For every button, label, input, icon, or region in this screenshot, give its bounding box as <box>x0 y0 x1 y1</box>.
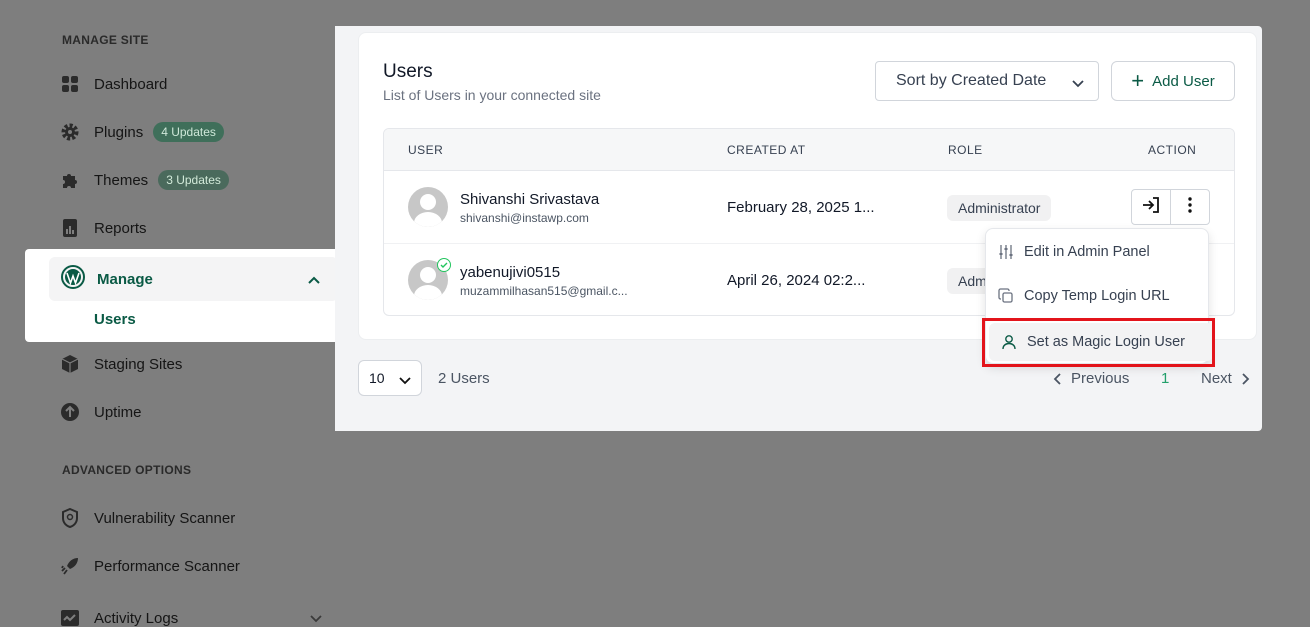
menu-item-label: Set as Magic Login User <box>1027 334 1185 350</box>
chevron-up-icon[interactable] <box>308 271 320 289</box>
chevron-down-icon[interactable] <box>310 610 322 627</box>
previous-page-button[interactable]: Previous <box>1053 370 1129 387</box>
activity-icon <box>60 608 80 627</box>
sidebar-item-staging-sites[interactable]: Staging Sites <box>60 352 182 376</box>
created-at: February 28, 2025 1... <box>727 199 875 216</box>
menu-item-label: Copy Temp Login URL <box>1024 288 1170 304</box>
sliders-icon <box>999 245 1013 259</box>
page-number[interactable]: 1 <box>1161 370 1169 387</box>
chevron-down-icon <box>1072 75 1084 93</box>
updates-badge: 3 Updates <box>158 170 229 190</box>
sidebar-item-plugins[interactable]: Plugins 4 Updates <box>60 120 224 144</box>
column-header-created-at: CREATED AT <box>727 143 806 157</box>
user-name: Shivanshi Srivastava <box>460 191 600 208</box>
dashboard-icon <box>60 74 80 94</box>
wordpress-icon <box>61 264 85 294</box>
column-header-action: ACTION <box>1148 143 1197 157</box>
page-subtitle: List of Users in your connected site <box>383 87 601 103</box>
sidebar-item-performance-scanner[interactable]: Performance Scanner <box>60 554 240 578</box>
column-header-role: ROLE <box>948 143 983 157</box>
menu-item-label: Edit in Admin Panel <box>1024 244 1150 260</box>
created-at: April 26, 2024 02:2... <box>727 272 866 289</box>
sidebar-item-label: Vulnerability Scanner <box>94 509 236 527</box>
sidebar-item-label: Reports <box>94 219 147 237</box>
user-email: shivanshi@instawp.com <box>460 211 589 225</box>
copy-icon <box>998 288 1013 303</box>
actions-dropdown-menu: Edit in Admin Panel Copy Temp Login URL … <box>985 228 1213 364</box>
verified-check-icon <box>437 258 451 272</box>
sidebar-item-label: Dashboard <box>94 75 168 93</box>
avatar <box>408 187 448 227</box>
sidebar-item-themes[interactable]: Themes 3 Updates <box>60 168 229 192</box>
add-user-button[interactable]: + Add User <box>1111 61 1235 101</box>
previous-label: Previous <box>1071 370 1130 387</box>
manage-group: Manage Users <box>25 249 365 342</box>
column-header-user: USER <box>408 143 444 157</box>
arrow-up-circle-icon <box>60 402 80 422</box>
gear-icon <box>60 122 80 142</box>
user-icon <box>1002 335 1016 350</box>
user-email: muzammilhasan515@gmail.c... <box>460 284 628 298</box>
sidebar-item-label: Manage <box>97 270 153 288</box>
sidebar-item-label: Activity Logs <box>94 609 179 627</box>
per-page-value: 10 <box>369 370 385 386</box>
add-user-label: Add User <box>1152 72 1215 90</box>
more-vertical-icon <box>1188 196 1192 218</box>
sidebar-item-vulnerability-scanner[interactable]: Vulnerability Scanner <box>60 506 235 530</box>
box-icon <box>60 354 80 374</box>
sidebar-item-activity-logs[interactable]: Activity Logs <box>60 606 322 627</box>
sidebar-item-label: Staging Sites <box>94 355 183 373</box>
sort-select-value: Sort by Created Date <box>896 72 1047 89</box>
user-name: yabenujivi0515 <box>460 264 561 281</box>
per-page-select[interactable]: 10 <box>358 360 422 396</box>
sort-select[interactable]: Sort by Created Date <box>875 61 1099 101</box>
more-actions-button[interactable] <box>1170 189 1210 225</box>
sidebar-item-dashboard[interactable]: Dashboard <box>60 72 167 96</box>
updates-badge: 4 Updates <box>153 122 224 142</box>
menu-item-copy-temp-login-url[interactable]: Copy Temp Login URL <box>998 285 1170 307</box>
manage-site-heading: MANAGE SITE <box>62 33 149 47</box>
sidebar-item-label: Performance Scanner <box>94 557 240 575</box>
table-header: USER CREATED AT ROLE ACTION <box>384 129 1234 171</box>
sidebar-item-manage[interactable]: Manage <box>49 257 338 301</box>
menu-item-set-as-magic-login-user[interactable]: Set as Magic Login User <box>989 323 1213 361</box>
login-icon <box>1141 196 1161 219</box>
sidebar-item-label: Plugins <box>94 123 144 141</box>
role-badge: Administrator <box>947 195 1052 221</box>
sidebar-item-uptime[interactable]: Uptime <box>60 400 142 424</box>
rocket-icon <box>60 556 80 576</box>
sidebar-item-label: Uptime <box>94 403 142 421</box>
next-page-button[interactable]: Next <box>1201 370 1250 387</box>
report-icon <box>60 218 80 238</box>
user-count: 2 Users <box>438 370 490 387</box>
menu-item-edit-in-admin-panel[interactable]: Edit in Admin Panel <box>998 241 1150 263</box>
puzzle-icon <box>60 170 80 190</box>
shield-icon <box>60 508 80 528</box>
sidebar-item-label: Themes <box>94 171 149 189</box>
login-button[interactable] <box>1131 189 1171 225</box>
sidebar-subitem-users[interactable]: Users <box>94 311 136 328</box>
page-title: Users <box>383 61 433 82</box>
chevron-down-icon <box>399 372 411 388</box>
plus-icon: + <box>1131 68 1145 93</box>
sidebar-item-reports[interactable]: Reports <box>60 216 147 240</box>
chevron-left-icon <box>1053 372 1061 385</box>
next-label: Next <box>1201 370 1232 387</box>
advanced-options-heading: ADVANCED OPTIONS <box>62 463 192 477</box>
chevron-right-icon <box>1242 372 1250 385</box>
